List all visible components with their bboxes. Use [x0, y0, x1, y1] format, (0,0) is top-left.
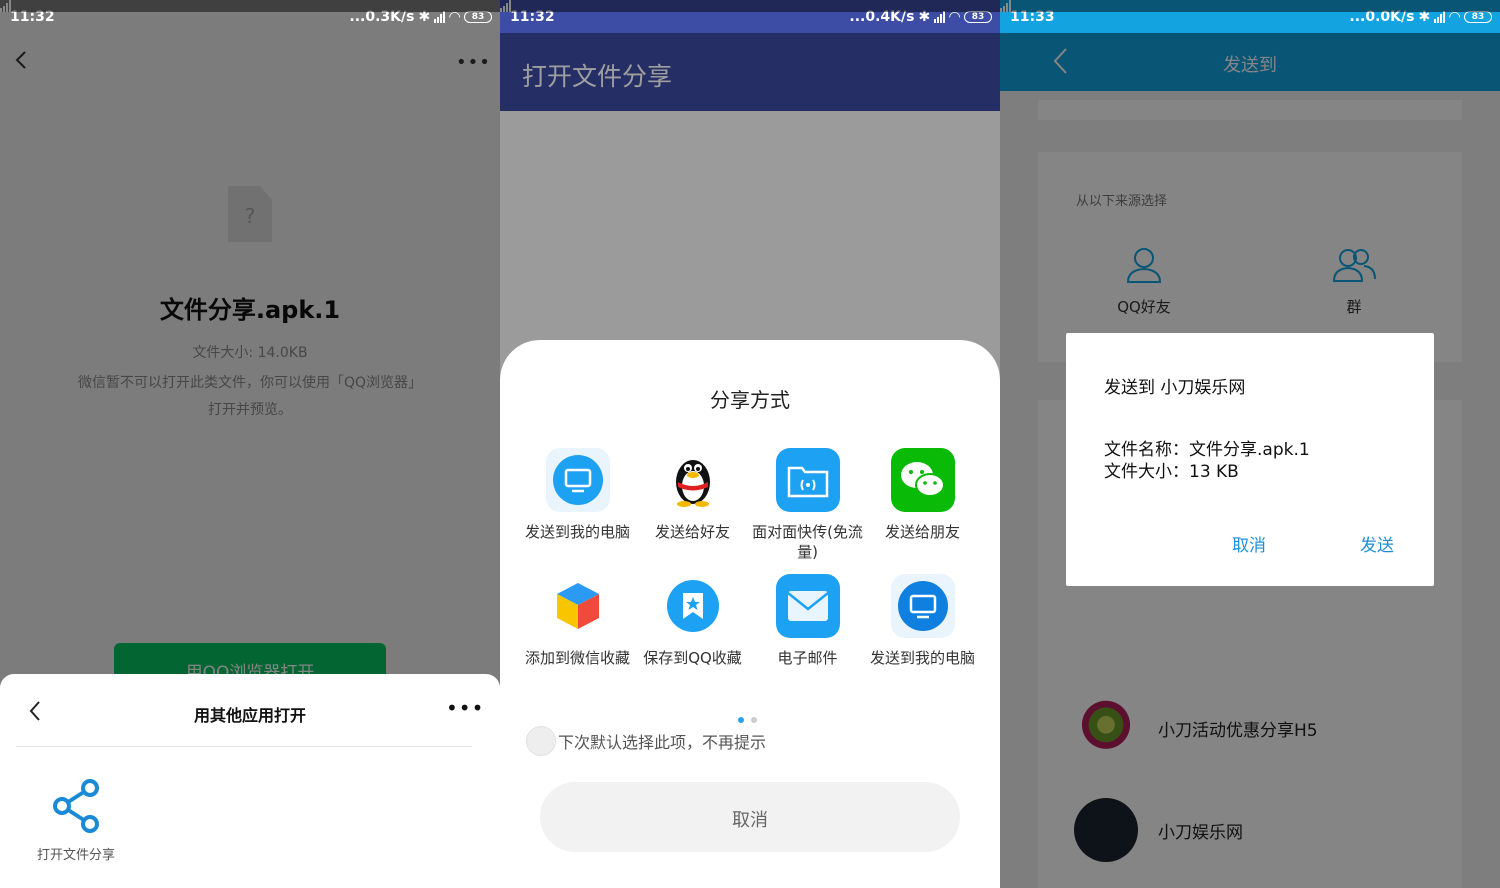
default-choice-label: 下次默认选择此项，不再提示: [558, 733, 767, 752]
default-choice-row[interactable]: 下次默认选择此项，不再提示: [526, 726, 766, 756]
share-by-email[interactable]: 电子邮件: [750, 574, 865, 692]
share-sheet: 分享方式 发送到我的电脑 发送给好友 面对面快传(免流量) 发送给朋友 添加到微…: [500, 340, 1000, 888]
qq-penguin-icon: [660, 448, 725, 512]
dialog-send-button[interactable]: 发送: [1360, 531, 1394, 556]
open-file-share-app[interactable]: 打开文件分享: [30, 778, 122, 863]
app-label: 打开文件分享: [36, 848, 115, 863]
app-label: 发送给好友: [654, 523, 730, 541]
open-with-sheet: 用其他应用打开 ••• 打开文件分享: [0, 674, 500, 888]
battery-icon: 83: [464, 10, 492, 23]
battery-icon: 83: [1464, 10, 1492, 23]
share-icon: [53, 779, 99, 833]
signal-icon: [1434, 10, 1446, 23]
sheet-title: 用其他应用打开: [193, 706, 306, 725]
signal-2-icon: [1000, 0, 1500, 12]
app-label: 保存到QQ收藏: [643, 649, 742, 667]
computer-icon: [545, 448, 610, 512]
cube-icon: [545, 574, 610, 638]
app-label: 面对面快传(免流量): [752, 523, 863, 561]
share-app-grid: 发送到我的电脑 发送给好友 面对面快传(免流量) 发送给朋友 添加到微信收藏 保…: [520, 448, 980, 692]
app-label: 发送到我的电脑: [869, 649, 975, 667]
signal-2-icon: [500, 0, 1000, 12]
app-label: 电子邮件: [777, 649, 838, 667]
app-label: 发送到我的电脑: [524, 523, 630, 541]
share-to-wechat-friend[interactable]: 发送给朋友: [865, 448, 980, 566]
qq-send-to-screen: 11:33 ...0.0K/s ✱ ◠ 83 发送到 从以下来源选择 QQ好友 …: [1000, 0, 1500, 888]
signal-2-icon: [0, 0, 500, 12]
send-confirm-dialog: 发送到 小刀娱乐网 文件名称：文件分享.apk.1 文件大小：13 KB 取消 …: [1066, 333, 1434, 586]
mail-icon: [775, 574, 840, 638]
dialog-cancel-button[interactable]: 取消: [1232, 531, 1266, 556]
sheet-title: 分享方式: [710, 388, 790, 412]
page-indicator: [738, 717, 757, 723]
dialog-file-size: 文件大小：13 KB: [1104, 462, 1239, 482]
share-chooser-screen: 11:32 ...0.4K/s ✱ ◠ 83 打开文件分享 分享方式 发送到我的…: [500, 0, 1000, 888]
computer-icon: [890, 574, 955, 638]
face-to-face-transfer-icon: [775, 448, 840, 512]
wechat-icon: [890, 448, 955, 512]
divider: [16, 746, 472, 747]
favorite-star-icon: [660, 574, 725, 638]
share-to-qq-friend[interactable]: 发送给好友: [635, 448, 750, 566]
add-to-wechat-favorites[interactable]: 添加到微信收藏: [520, 574, 635, 692]
status-bar: 11:32 ...0.3K/s ✱ ◠ 83: [0, 0, 500, 33]
dialog-title: 发送到 小刀娱乐网: [1104, 378, 1246, 398]
signal-icon: [934, 10, 946, 23]
status-bar: 11:33 ...0.0K/s ✱ ◠ 83: [1000, 0, 1500, 33]
share-to-my-computer-2[interactable]: 发送到我的电脑: [865, 574, 980, 692]
app-label: 添加到微信收藏: [524, 649, 630, 667]
face-to-face-transfer[interactable]: 面对面快传(免流量): [750, 448, 865, 566]
share-to-my-computer[interactable]: 发送到我的电脑: [520, 448, 635, 566]
more-icon[interactable]: •••: [446, 696, 484, 720]
cancel-button[interactable]: 取消: [540, 782, 960, 852]
wechat-file-screen: 11:32 ...0.3K/s ✱ ◠ 83 ••• ? 文件分享.apk.1 …: [0, 0, 500, 888]
battery-icon: 83: [964, 10, 992, 23]
signal-icon: [434, 10, 446, 23]
save-to-qq-favorites[interactable]: 保存到QQ收藏: [635, 574, 750, 692]
default-choice-checkbox[interactable]: [526, 726, 556, 756]
status-bar: 11:32 ...0.4K/s ✱ ◠ 83: [500, 0, 1000, 33]
app-label: 发送给朋友: [884, 523, 960, 541]
